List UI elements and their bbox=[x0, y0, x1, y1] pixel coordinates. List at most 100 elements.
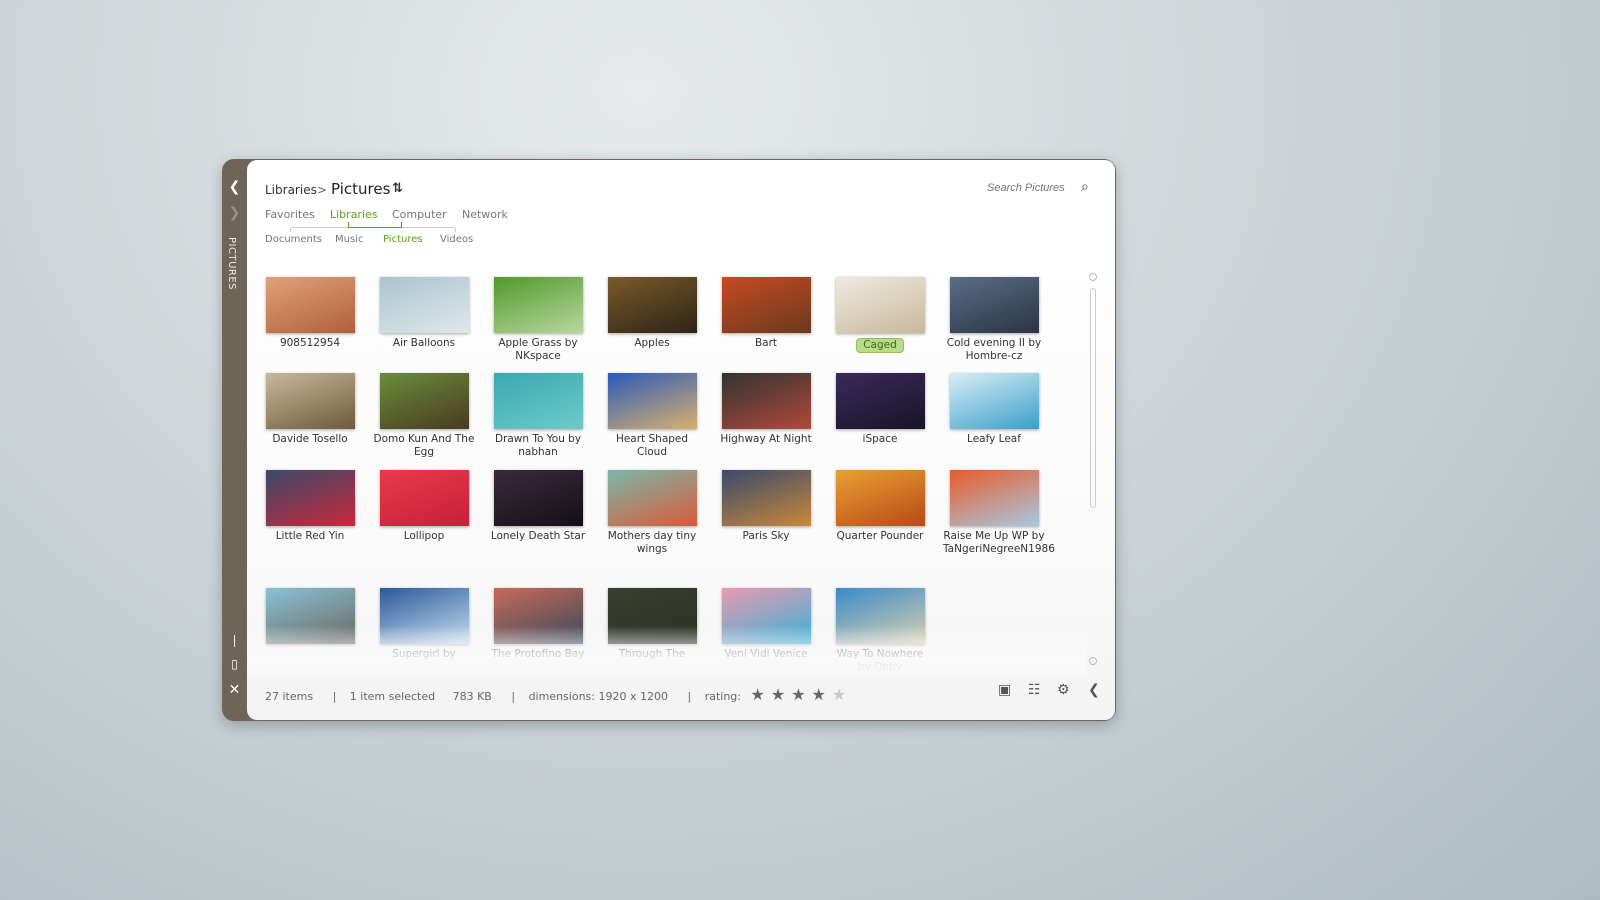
thumbnail-item[interactable]: Little Red Yin bbox=[255, 470, 365, 543]
star-icon[interactable]: ★ bbox=[832, 685, 846, 704]
thumbnail-image bbox=[607, 277, 697, 333]
thumbnail-item[interactable]: Through The bbox=[597, 588, 707, 661]
thumbnail-label: Drawn To You by nabhan bbox=[494, 433, 582, 458]
thumbnail-image bbox=[721, 470, 811, 526]
nav-network[interactable]: Network bbox=[462, 208, 508, 221]
dimensions: dimensions: 1920 x 1200 bbox=[528, 690, 668, 703]
thumbnail-image bbox=[949, 470, 1039, 526]
thumbnail-image bbox=[721, 277, 811, 333]
scrollbar[interactable] bbox=[1090, 288, 1096, 508]
forward-icon[interactable]: ❯ bbox=[222, 205, 247, 221]
thumbnail-item[interactable]: Drawn To You by nabhan bbox=[483, 373, 593, 458]
thumbnail-label: Lollipop bbox=[403, 530, 445, 542]
explorer-window: ❮ ❯ PICTURES ❘ ▯ ✕ Libraries > Pictures … bbox=[222, 159, 1116, 721]
thumbnail-image bbox=[493, 470, 583, 526]
thumbnail-item[interactable]: iSpace bbox=[825, 373, 935, 446]
thumbnail-item[interactable]: Caged bbox=[825, 277, 935, 353]
minimize-icon[interactable]: ❘ bbox=[222, 633, 247, 647]
thumbnail-item[interactable]: Veni Vidi Venice bbox=[711, 588, 821, 661]
thumbnail-item[interactable] bbox=[255, 588, 365, 648]
thumbnail-label: Apples bbox=[634, 337, 670, 349]
thumbnail-item[interactable]: Leafy Leaf bbox=[939, 373, 1049, 446]
thumbnail-label: Supergirl by bbox=[392, 648, 456, 660]
nav-computer[interactable]: Computer bbox=[392, 208, 447, 221]
sidebar-title: PICTURES bbox=[226, 237, 237, 291]
thumbnail-label: Mothers day tiny wings bbox=[607, 530, 697, 555]
item-count: 27 items bbox=[265, 690, 314, 703]
thumbnail-image bbox=[379, 588, 469, 644]
thumbnail-image bbox=[265, 470, 355, 526]
thumbnail-image bbox=[493, 588, 583, 644]
settings-icon[interactable]: ⚙ bbox=[1057, 682, 1070, 698]
thumbnail-label: Way To Nowhere by Optiv bbox=[836, 648, 924, 673]
thumbnail-image bbox=[835, 373, 925, 429]
thumbnail-label: Little Red Yin bbox=[275, 530, 345, 542]
thumbnail-image bbox=[835, 588, 925, 644]
thumbnail-image bbox=[265, 373, 355, 429]
subnav-music[interactable]: Music bbox=[335, 234, 363, 245]
thumbnail-image bbox=[607, 588, 697, 644]
thumbnail-label: Apple Grass by NKspace bbox=[498, 337, 578, 362]
thumbnail-image bbox=[265, 277, 355, 333]
file-size: 783 KB bbox=[452, 690, 492, 703]
thumbnail-label: Through The bbox=[618, 648, 686, 660]
thumbnail-label: Heart Shaped Cloud bbox=[615, 433, 689, 458]
thumbnail-item[interactable]: Bart bbox=[711, 277, 821, 350]
maximize-icon[interactable]: ▯ bbox=[222, 657, 247, 671]
thumbnail-item[interactable]: Domo Kun And The Egg bbox=[369, 373, 479, 458]
thumbnail-item[interactable]: Quarter Pounder bbox=[825, 470, 935, 543]
thumbnail-label: 908512954 bbox=[279, 337, 341, 349]
rating-stars[interactable]: ★ ★ ★ ★ ★ bbox=[751, 685, 853, 704]
thumbnail-item[interactable]: The Protofino Bay bbox=[483, 588, 593, 661]
thumbnail-item[interactable]: Lonely Death Star bbox=[483, 470, 593, 543]
thumbnail-image bbox=[721, 373, 811, 429]
thumbnail-image bbox=[949, 277, 1039, 333]
star-icon[interactable]: ★ bbox=[771, 685, 785, 704]
thumbnail-item[interactable]: Highway At Night bbox=[711, 373, 821, 446]
thumbnail-item[interactable]: Paris Sky bbox=[711, 470, 821, 543]
thumbnail-label: Air Balloons bbox=[392, 337, 456, 349]
subnav-documents[interactable]: Documents bbox=[265, 234, 322, 245]
star-icon[interactable]: ★ bbox=[751, 685, 765, 704]
sidebar: ❮ ❯ PICTURES ❘ ▯ ✕ bbox=[222, 159, 247, 721]
thumbnail-item[interactable]: Apples bbox=[597, 277, 707, 350]
thumbnail-item[interactable]: Air Balloons bbox=[369, 277, 479, 350]
subnav-videos[interactable]: Videos bbox=[440, 234, 473, 245]
thumbnail-label: Domo Kun And The Egg bbox=[373, 433, 475, 458]
nav-libraries[interactable]: Libraries bbox=[330, 208, 378, 221]
thumbnail-item[interactable]: Way To Nowhere by Optiv bbox=[825, 588, 935, 673]
collapse-icon[interactable]: ❮ bbox=[1088, 682, 1100, 698]
thumbnail-item[interactable]: Davide Tosello bbox=[255, 373, 365, 446]
thumbnail-image bbox=[607, 373, 697, 429]
thumbnail-item[interactable]: Lollipop bbox=[369, 470, 479, 543]
close-icon[interactable]: ✕ bbox=[222, 682, 247, 698]
thumbnail-image bbox=[493, 373, 583, 429]
thumbnail-grid: 908512954 Air Balloons Apple Grass by NKsp… bbox=[247, 160, 1087, 680]
thumbnail-label: iSpace bbox=[862, 433, 898, 445]
thumbnail-item[interactable]: Raise Me Up WP by TaNgeriNegreeN1986 bbox=[939, 470, 1055, 555]
scroll-up-button[interactable] bbox=[1089, 273, 1097, 281]
star-icon[interactable]: ★ bbox=[791, 685, 805, 704]
thumbnail-label: The Protofino Bay bbox=[491, 648, 585, 660]
thumbnail-item[interactable]: Heart Shaped Cloud bbox=[597, 373, 707, 458]
scroll-down-button[interactable] bbox=[1089, 657, 1097, 665]
thumbnail-image bbox=[721, 588, 811, 644]
preview-pane-icon[interactable]: ▣ bbox=[998, 682, 1011, 698]
thumbnail-image bbox=[835, 277, 925, 333]
selection-count: 1 item selected bbox=[349, 690, 436, 703]
thumbnail-image bbox=[265, 588, 355, 644]
thumbnail-item[interactable]: Supergirl by bbox=[369, 588, 479, 661]
details-view-icon[interactable]: ☷ bbox=[1028, 682, 1041, 698]
thumbnail-item[interactable]: Mothers day tiny wings bbox=[597, 470, 707, 555]
thumbnail-label: Raise Me Up WP by TaNgeriNegreeN1986 bbox=[943, 530, 1055, 555]
star-icon[interactable]: ★ bbox=[812, 685, 826, 704]
nav-favorites[interactable]: Favorites bbox=[265, 208, 315, 221]
thumbnail-label: Leafy Leaf bbox=[967, 433, 1021, 445]
thumbnail-image bbox=[607, 470, 697, 526]
thumbnail-image bbox=[835, 470, 925, 526]
subnav-pictures[interactable]: Pictures bbox=[383, 234, 423, 245]
thumbnail-item[interactable]: 908512954 bbox=[255, 277, 365, 350]
back-icon[interactable]: ❮ bbox=[222, 179, 247, 195]
thumbnail-item[interactable]: Apple Grass by NKspace bbox=[483, 277, 593, 362]
thumbnail-item[interactable]: Cold evening II by Hombre-cz bbox=[939, 277, 1049, 362]
